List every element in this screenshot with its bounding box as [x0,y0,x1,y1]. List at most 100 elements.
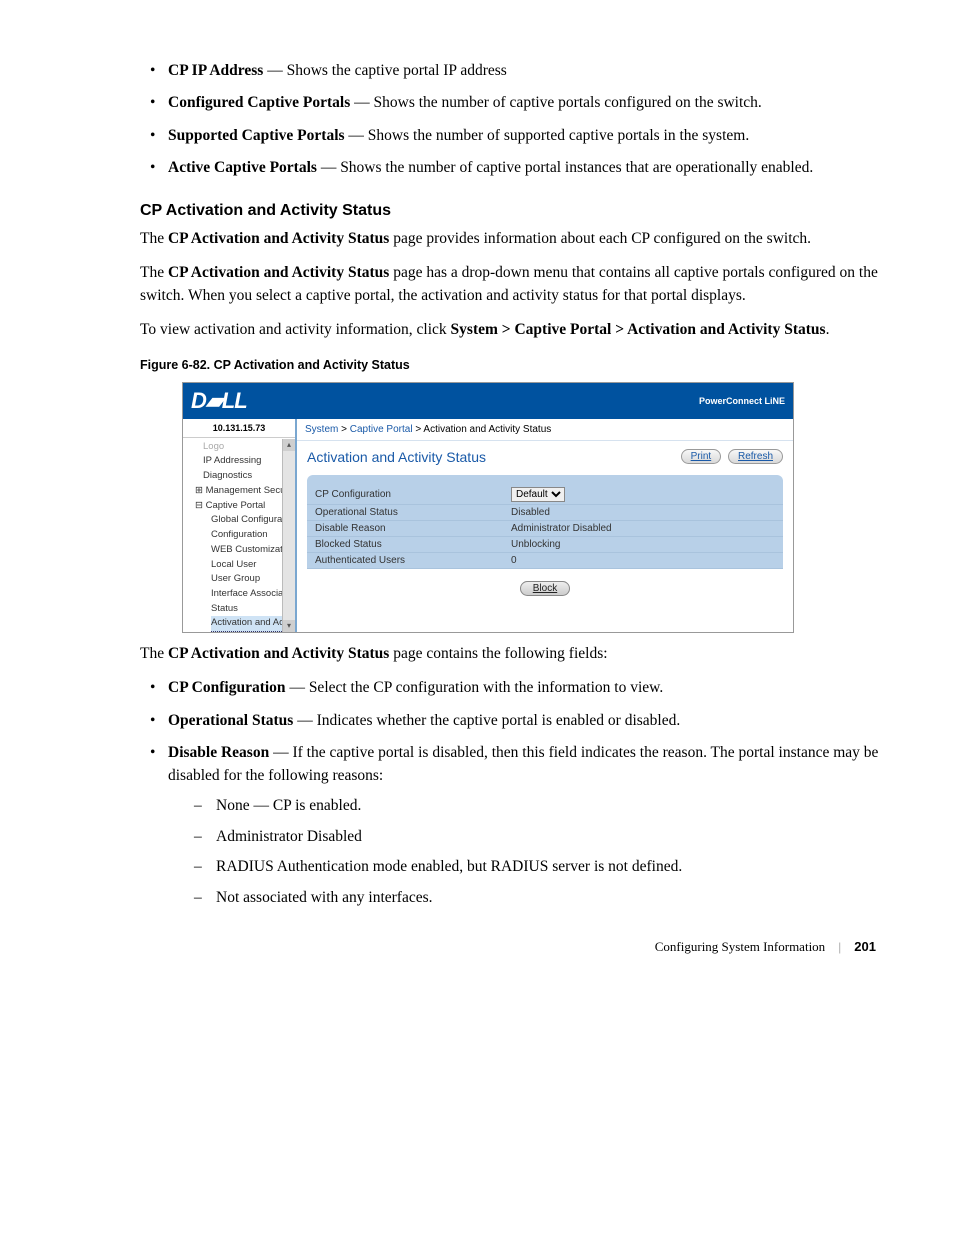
list-item: Configured Captive Portals — Shows the n… [168,92,884,114]
footer-sep: | [838,939,841,954]
text-bold: System > Captive Portal > Activation and… [451,321,826,338]
main-panel: System > Captive Portal > Activation and… [297,419,793,632]
tree-item[interactable]: Configuration [187,528,295,543]
nav-tree: Logo IP Addressing Diagnostics ⊞ Managem… [183,438,295,632]
desc: — Shows the number of supported captive … [345,127,750,144]
refresh-button[interactable]: Refresh [728,449,783,464]
scroll-down-icon[interactable]: ▾ [283,620,295,632]
top-bullet-list: CP IP Address — Shows the captive portal… [140,60,884,180]
tree-item[interactable]: Interface Associat [187,587,295,602]
desc: — If the captive portal is disabled, the… [168,744,878,783]
field-value: Unblocking [503,536,783,552]
term: Configured Captive Portals [168,94,350,111]
field-value: 0 [503,552,783,568]
text-bold: CP Activation and Activity Status [168,264,389,281]
list-item: Operational Status — Indicates whether t… [168,710,884,732]
tree-item[interactable]: Global Configurati [187,513,295,528]
paragraph: The CP Activation and Activity Status pa… [140,228,884,250]
field-value: Default [503,485,783,505]
section-heading: CP Activation and Activity Status [140,202,884,220]
tree-item[interactable]: User Group [187,572,295,587]
tree-item-selected[interactable]: Activation and Ac [187,616,295,631]
list-item: Disable Reason — If the captive portal i… [168,742,884,909]
term: Operational Status [168,712,293,729]
text-bold: CP Activation and Activity Status [168,645,389,662]
tree-item[interactable]: Local User [187,558,295,573]
table-row: Blocked StatusUnblocking [307,536,783,552]
desc: — Indicates whether the captive portal i… [293,712,680,729]
tree-item[interactable]: Status [187,602,295,617]
term: Active Captive Portals [168,159,317,176]
list-item: Active Captive Portals — Shows the numbe… [168,157,884,179]
table-row: CP Configuration Default [307,485,783,505]
tree-item[interactable]: ⊟ Captive Portal [187,499,295,514]
field-label: Blocked Status [307,536,503,552]
dell-logo: D▰LL [191,388,247,414]
page-footer: Configuring System Information | 201 [140,939,884,955]
breadcrumb: System > Captive Portal > Activation and… [297,419,793,441]
breadcrumb-link[interactable]: System [305,424,338,435]
collapse-icon[interactable]: ⊟ [195,500,206,511]
term: Supported Captive Portals [168,127,345,144]
scroll-up-icon[interactable]: ▴ [283,439,295,451]
nav-sidebar: 10.131.15.73 Logo IP Addressing Diagnost… [183,419,297,632]
paragraph: The CP Activation and Activity Status pa… [140,262,884,307]
breadcrumb-leaf: > Activation and Activity Status [413,424,552,435]
tree-item[interactable]: IP Addressing [187,454,295,469]
field-value: Disabled [503,504,783,520]
text: The [140,230,168,247]
page-number: 201 [854,939,876,954]
desc: — Shows the number of captive portal ins… [317,159,813,176]
scrollbar[interactable]: ▴ ▾ [282,439,295,632]
app-banner: D▰LL PowerConnect LiNE [183,383,793,419]
field-label: Disable Reason [307,520,503,536]
sub-list: None — CP is enabled. Administrator Disa… [168,795,884,909]
tree-label: Management Securit [206,485,294,496]
expand-icon[interactable]: ⊞ [195,485,206,496]
desc: — Shows the number of captive portals co… [350,94,762,111]
field-label: Operational Status [307,504,503,520]
footer-title: Configuring System Information [655,939,825,954]
paragraph: To view activation and activity informat… [140,319,884,341]
figure-caption: Figure 6-82. CP Activation and Activity … [140,358,884,372]
desc: — Shows the captive portal IP address [263,62,507,79]
page-title-bar: Activation and Activity Status Print Ref… [297,441,793,475]
tree-item[interactable]: Logo [187,440,295,455]
text: page contains the following fields: [389,645,607,662]
field-value: Administrator Disabled [503,520,783,536]
term: CP IP Address [168,62,263,79]
breadcrumb-sep: > [338,424,349,435]
page-title: Activation and Activity Status [307,449,486,465]
paragraph: The CP Activation and Activity Status pa… [140,643,884,665]
breadcrumb-link[interactable]: Captive Portal [350,424,413,435]
tree-item[interactable]: ⊞ Management Securit [187,484,295,499]
status-panel: CP Configuration Default Operational Sta… [307,475,783,600]
tree-label: Activation and Ac [211,616,284,631]
field-label: Authenticated Users [307,552,503,568]
block-button[interactable]: Block [520,581,570,596]
status-table: CP Configuration Default Operational Sta… [307,485,783,569]
action-row: Block [307,569,783,600]
term: CP Configuration [168,679,286,696]
text: The [140,645,168,662]
field-list: CP Configuration — Select the CP configu… [140,677,884,909]
text: The [140,264,168,281]
embedded-screenshot: D▰LL PowerConnect LiNE 10.131.15.73 Logo… [182,382,794,633]
desc: — Select the CP configuration with the i… [286,679,664,696]
text: page provides information about each CP … [389,230,811,247]
tree-item[interactable]: Diagnostics [187,469,295,484]
tree-item[interactable]: WEB Customizat [187,543,295,558]
brand-text: PowerConnect LiNE [699,396,785,406]
list-item: RADIUS Authentication mode enabled, but … [216,856,884,878]
text-bold: CP Activation and Activity Status [168,230,389,247]
table-row: Authenticated Users0 [307,552,783,568]
list-item: CP IP Address — Shows the captive portal… [168,60,884,82]
field-label: CP Configuration [307,485,503,505]
term: Disable Reason [168,744,269,761]
table-row: Operational StatusDisabled [307,504,783,520]
cp-config-select[interactable]: Default [511,487,565,502]
device-ip: 10.131.15.73 [183,419,295,438]
print-button[interactable]: Print [681,449,722,464]
list-item: Supported Captive Portals — Shows the nu… [168,125,884,147]
list-item: Administrator Disabled [216,826,884,848]
